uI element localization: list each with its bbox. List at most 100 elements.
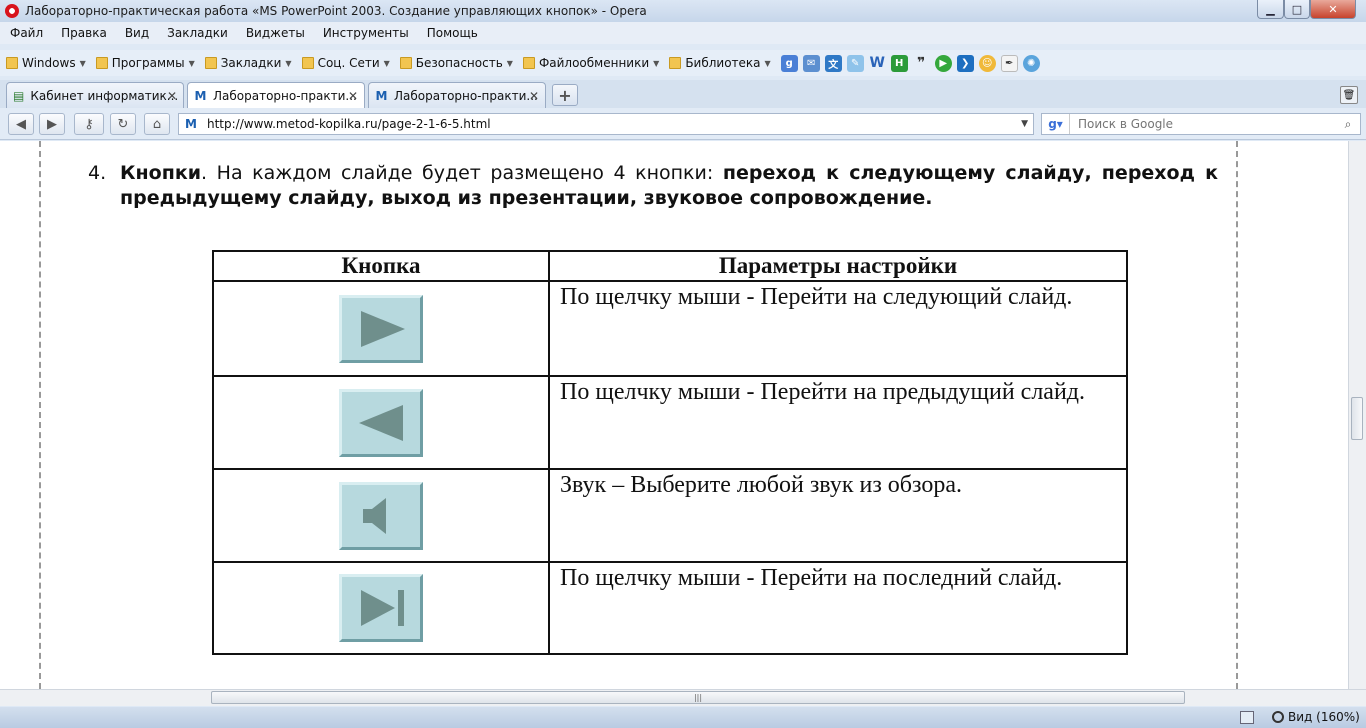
table-cell-settings: Звук – Выберите любой звук из обзора. bbox=[548, 468, 1128, 563]
table-row: По щелчку мыши - Перейти на последний сл… bbox=[212, 561, 1128, 655]
magnifier-icon bbox=[1272, 711, 1284, 723]
column-header-button: Кнопка bbox=[212, 250, 550, 282]
column-header-settings: Параметры настройки bbox=[548, 250, 1128, 282]
menu-help[interactable]: Помощь bbox=[427, 26, 478, 40]
table-cell-button bbox=[212, 375, 550, 470]
smiley-bookmark-icon[interactable]: ☺ bbox=[978, 54, 996, 72]
folder-icon bbox=[6, 57, 18, 69]
horizontal-scrollbar-thumb[interactable]: ||| bbox=[211, 691, 1185, 704]
bookmark-folder-social[interactable]: Соц. Сети ▼ bbox=[301, 56, 390, 70]
site-m-icon: M bbox=[375, 88, 388, 103]
folder-icon bbox=[95, 57, 108, 69]
navigation-bar: ◀ ▶ ⚷ ↻ ⌂ M http://www.metod-kopilka.ru/… bbox=[0, 108, 1366, 140]
bookmark-folder-bookmarks[interactable]: Закладки ▼ bbox=[204, 56, 292, 70]
list-number: 4. bbox=[88, 162, 107, 184]
page-icon: ▤ bbox=[13, 88, 25, 103]
minimize-button[interactable]: ▁ bbox=[1257, 0, 1284, 19]
menu-widgets[interactable]: Виджеты bbox=[246, 26, 305, 40]
back-button[interactable]: ◀ bbox=[8, 113, 34, 135]
bookmark-folder-windows[interactable]: Windows ▼ bbox=[6, 56, 86, 70]
menu-edit[interactable]: Правка bbox=[61, 26, 107, 40]
mail-bookmark-icon[interactable]: ✉ bbox=[802, 54, 820, 72]
maximize-button[interactable]: □ bbox=[1284, 0, 1310, 19]
table-cell-settings: По щелчку мыши - Перейти на следующий сл… bbox=[548, 280, 1128, 377]
bookmark-folder-library[interactable]: Библиотека ▼ bbox=[669, 56, 771, 70]
home-button[interactable]: ⌂ bbox=[144, 113, 170, 135]
folder-icon bbox=[522, 57, 535, 69]
table-cell-settings: По щелчку мыши - Перейти на предыдущий с… bbox=[548, 375, 1128, 470]
bookmarks-bar: Windows ▼ Программы ▼ Закладки ▼ Соц. Сети ▼… bbox=[0, 50, 1366, 76]
table-cell-button bbox=[212, 280, 550, 377]
lead-term: Кнопки bbox=[120, 162, 202, 184]
view-toggle-icon[interactable] bbox=[1240, 711, 1254, 724]
tab-lab-second[interactable]: M Лабораторно-практи... ✕ bbox=[368, 82, 546, 108]
close-window-button[interactable]: ✕ bbox=[1310, 0, 1356, 19]
pen-bookmark-icon[interactable]: ✒ bbox=[1000, 54, 1018, 72]
menu-view[interactable]: Вид bbox=[125, 26, 149, 40]
search-input[interactable] bbox=[1078, 115, 1318, 133]
tab-lab-active[interactable]: M Лабораторно-практи... ✕ bbox=[187, 82, 365, 108]
reload-button[interactable]: ↻ bbox=[110, 113, 136, 135]
new-tab-button[interactable]: + bbox=[552, 84, 578, 106]
tab-bar: ▤ Кабинет информатик... ✕ M Лабораторно-… bbox=[0, 80, 1366, 108]
table-cell-button bbox=[212, 561, 550, 655]
translate-bookmark-icon[interactable]: 文 bbox=[824, 54, 842, 72]
vertical-scrollbar-thumb[interactable] bbox=[1351, 397, 1363, 440]
h-bookmark-icon[interactable]: H bbox=[890, 54, 908, 72]
next-slide-icon bbox=[339, 294, 423, 363]
closed-tabs-trash-icon[interactable]: 🗑 bbox=[1340, 86, 1358, 104]
page-content: 4. Кнопки. На каждом слайде будет размещ… bbox=[0, 141, 1348, 689]
buttons-table: Кнопка Параметры настройки По щелчку мыш… bbox=[212, 250, 1128, 655]
key-icon[interactable]: ⚷ bbox=[74, 113, 104, 135]
list-item-buttons: 4. Кнопки. На каждом слайде будет размещ… bbox=[88, 161, 1218, 211]
bookmark-folder-programs[interactable]: Программы ▼ bbox=[95, 56, 195, 70]
google-bookmark-icon[interactable]: g bbox=[780, 54, 798, 72]
close-tab-icon[interactable]: ✕ bbox=[529, 89, 539, 103]
tab-cabinet[interactable]: ▤ Кабинет информатик... ✕ bbox=[6, 82, 184, 108]
address-bar[interactable]: M http://www.metod-kopilka.ru/page-2-1-6… bbox=[178, 113, 1034, 135]
bookmark-folder-filesharing[interactable]: Файлообменники ▼ bbox=[522, 56, 659, 70]
site-m-icon: M bbox=[194, 88, 207, 103]
chevron-down-icon[interactable]: ▼ bbox=[1021, 119, 1028, 129]
search-icon[interactable]: ⌕ bbox=[1338, 115, 1358, 133]
status-bar: Вид (160%) bbox=[0, 707, 1366, 728]
right-dashed-border bbox=[1236, 141, 1238, 689]
close-tab-icon[interactable]: ✕ bbox=[348, 89, 358, 103]
bookmark-folder-security[interactable]: Безопасность ▼ bbox=[399, 56, 513, 70]
arrow-bookmark-icon[interactable]: ❯ bbox=[956, 54, 974, 72]
play-bookmark-icon[interactable]: ▶ bbox=[934, 54, 952, 72]
close-tab-icon[interactable]: ✕ bbox=[167, 89, 177, 103]
list-item-text: Кнопки. На каждом слайде будет размещено… bbox=[120, 161, 1218, 211]
menu-bookmarks[interactable]: Закладки bbox=[167, 26, 228, 40]
table-row: Звук – Выберите любой звук из обзора. bbox=[212, 468, 1128, 563]
zoom-control[interactable]: Вид (160%) bbox=[1272, 710, 1360, 724]
menu-bar: Файл Правка Вид Закладки Виджеты Инструм… bbox=[0, 22, 1366, 44]
google-search-engine-icon[interactable]: g▾ bbox=[1042, 114, 1070, 134]
folder-icon bbox=[669, 57, 682, 69]
table-cell-button bbox=[212, 468, 550, 563]
gear-bookmark-icon[interactable]: ✺ bbox=[1022, 54, 1040, 72]
zoom-label: Вид (160%) bbox=[1288, 710, 1360, 724]
search-box[interactable]: g▾ ⌕ bbox=[1041, 113, 1361, 135]
title-bar: Лабораторно-практическая работа «MS Powe… bbox=[0, 0, 1366, 22]
url-text[interactable]: http://www.metod-kopilka.ru/page-2-1-6-5… bbox=[207, 117, 491, 131]
menu-file[interactable]: Файл bbox=[10, 26, 43, 40]
previous-slide-icon bbox=[339, 388, 423, 457]
folder-icon bbox=[399, 57, 412, 69]
w-bookmark-icon[interactable]: W bbox=[869, 55, 886, 72]
folder-icon bbox=[301, 57, 314, 69]
sound-icon bbox=[339, 481, 423, 550]
table-cell-settings: По щелчку мыши - Перейти на последний сл… bbox=[548, 561, 1128, 655]
opera-logo-icon[interactable] bbox=[5, 4, 19, 18]
folder-icon bbox=[204, 57, 217, 69]
intro-text: . На каждом слайде будет размещено 4 кно… bbox=[201, 162, 723, 184]
quote-bookmark-icon[interactable]: ❞ bbox=[913, 55, 930, 72]
left-dashed-border bbox=[39, 141, 41, 689]
forward-button[interactable]: ▶ bbox=[39, 113, 65, 135]
menu-tools[interactable]: Инструменты bbox=[323, 26, 409, 40]
feather-bookmark-icon[interactable]: ✎ bbox=[846, 54, 864, 72]
last-slide-icon bbox=[339, 574, 423, 642]
table-row: По щелчку мыши - Перейти на предыдущий с… bbox=[212, 375, 1128, 470]
window-title: Лабораторно-практическая работа «MS Powe… bbox=[25, 4, 647, 18]
table-row: По щелчку мыши - Перейти на следующий сл… bbox=[212, 280, 1128, 377]
